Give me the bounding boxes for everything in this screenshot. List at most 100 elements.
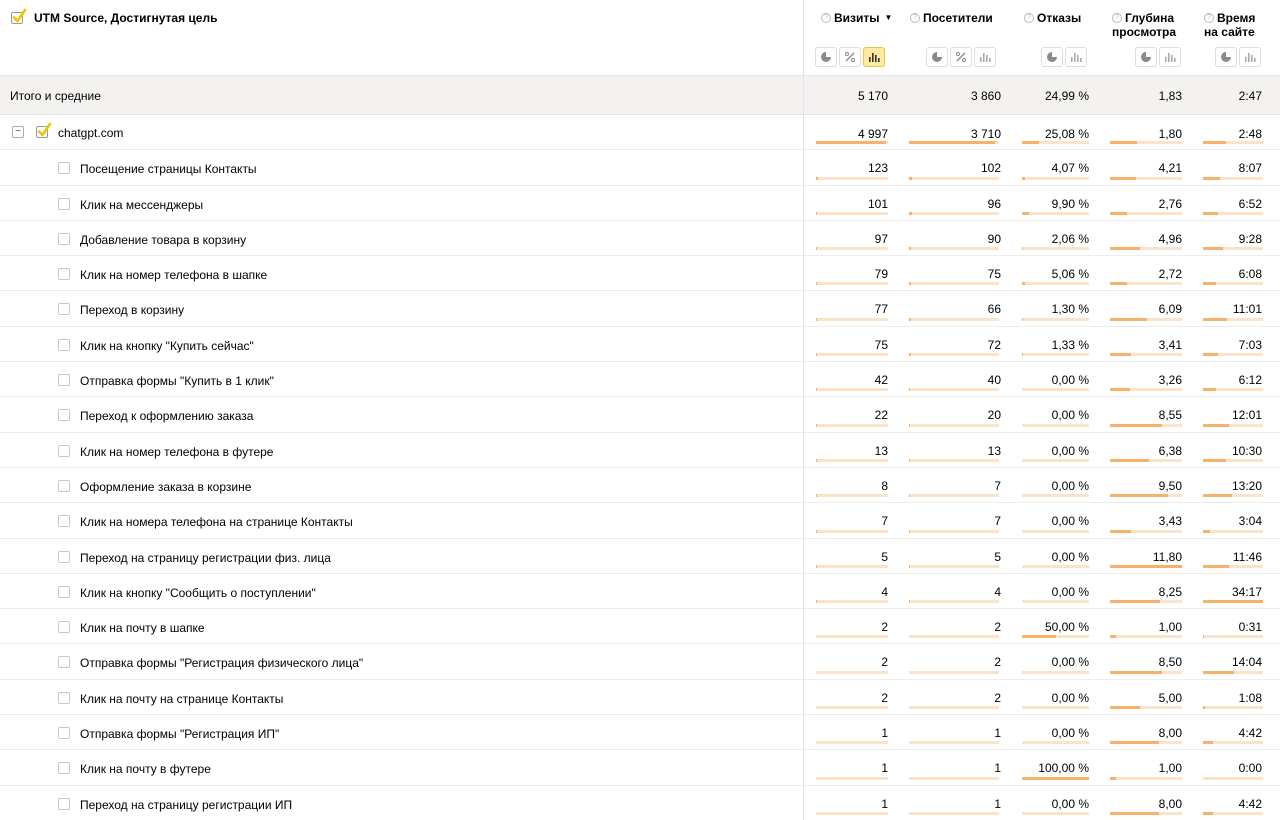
row-checkbox[interactable]	[58, 338, 70, 351]
table-row[interactable]: Отправка формы "Регистрация ИП" 1 1 0,00 % 8…	[0, 715, 1280, 751]
table-row[interactable]: Клик на кнопку "Купить сейчас" 75 72 1,33 %…	[0, 326, 1280, 363]
dimension-title[interactable]: UTM Source, Достигнутая цель	[34, 11, 217, 25]
goal-name[interactable]: Клик на мессенджеры	[80, 198, 203, 212]
table-row[interactable]: Переход в корзину 77 66 1,30 % 6,09 11:01	[0, 291, 1280, 327]
goal-name[interactable]: Отправка формы "Регистрация физического …	[80, 656, 363, 670]
column-label[interactable]: Глубина	[1125, 11, 1174, 25]
row-checkbox[interactable]	[58, 303, 70, 316]
row-checkbox[interactable]	[58, 621, 70, 634]
help-icon[interactable]: ?	[1024, 13, 1034, 23]
column-label[interactable]: Время	[1217, 11, 1255, 25]
goal-name[interactable]: Клик на почту в футере	[80, 762, 211, 776]
column-label-line2[interactable]: просмотра	[1112, 25, 1176, 39]
bar-chart-view-button[interactable]	[1159, 47, 1181, 67]
bar-chart-view-button[interactable]	[1239, 47, 1261, 67]
row-checkbox[interactable]	[58, 515, 70, 528]
row-checkbox[interactable]	[58, 762, 70, 775]
goal-name[interactable]: Переход на страницу регистрации ИП	[80, 798, 292, 812]
table-row[interactable]: Переход на страницу регистрации физ. лиц…	[0, 538, 1280, 574]
table-row[interactable]: Клик на номер телефона в шапке 79 75 5,06 %…	[0, 256, 1280, 292]
column-label[interactable]: Посетители	[923, 11, 993, 25]
table-row[interactable]: Отправка формы "Регистрация физического …	[0, 644, 1280, 680]
bar-chart-view-button[interactable]	[974, 47, 996, 67]
goal-name[interactable]: Клик на кнопку "Сообщить о поступлении"	[80, 586, 316, 600]
help-icon[interactable]: ?	[910, 13, 920, 23]
row-checkbox[interactable]	[58, 197, 70, 210]
metric-bar	[1110, 494, 1182, 498]
pie-chart-view-button[interactable]	[1215, 47, 1237, 67]
help-icon[interactable]: ?	[1204, 13, 1214, 23]
table-row[interactable]: Отправка формы "Купить в 1 клик" 42 40 0,00…	[0, 362, 1280, 398]
help-icon[interactable]: ?	[1112, 13, 1122, 23]
pie-chart-view-button[interactable]	[1135, 47, 1157, 67]
row-checkbox[interactable]	[58, 444, 70, 457]
goal-name[interactable]: Посещение страницы Контакты	[80, 162, 257, 176]
help-icon[interactable]: ?	[821, 13, 831, 23]
collapse-toggle[interactable]: −	[12, 126, 24, 138]
table-row[interactable]: Добавление товара в корзину 97 90 2,06 % 4,9…	[0, 220, 1280, 257]
table-row[interactable]: Переход к оформлению заказа 22 20 0,00 % 8,5…	[0, 397, 1280, 433]
row-checkbox[interactable]	[58, 374, 70, 387]
goal-name[interactable]: Оформление заказа в корзине	[80, 480, 251, 494]
row-checkbox[interactable]	[58, 585, 70, 598]
table-row[interactable]: Переход на страницу регистрации ИП 1 1 0,00…	[0, 785, 1280, 820]
metric-bar	[909, 282, 999, 286]
pie-chart-view-button[interactable]	[815, 47, 837, 67]
pie-chart-view-button[interactable]	[1041, 47, 1063, 67]
column-header-time[interactable]: ? Время на сайте	[1191, 0, 1271, 75]
row-checkbox[interactable]	[58, 232, 70, 245]
row-checkbox[interactable]	[58, 727, 70, 740]
table-row[interactable]: Клик на почту в шапке 2 2 50,00 % 1,00 0:31	[0, 609, 1280, 645]
goal-name[interactable]: Клик на почту на странице Контакты	[80, 692, 283, 706]
goal-name[interactable]: Клик на номера телефона на странице Конт…	[80, 515, 353, 529]
group-name[interactable]: chatgpt.com	[58, 126, 123, 140]
row-checkbox[interactable]	[58, 797, 70, 810]
metric-bar	[816, 600, 888, 604]
table-row[interactable]: Клик на почту на странице Контакты 2 2 0,00…	[0, 679, 1280, 716]
metric-depth: 2,76	[1158, 196, 1182, 211]
column-header-visits[interactable]: ? Визиты ▼	[803, 0, 897, 75]
column-label-line2[interactable]: на сайте	[1204, 25, 1255, 39]
goal-name[interactable]: Переход к оформлению заказа	[80, 409, 253, 423]
metric-visitors: 102	[980, 161, 1001, 176]
column-header-bounces[interactable]: ? Отказы	[1010, 0, 1098, 75]
percent-view-button[interactable]	[839, 47, 861, 67]
row-checkbox[interactable]	[58, 656, 70, 669]
goal-name[interactable]: Отправка формы "Купить в 1 клик"	[80, 374, 274, 388]
bar-chart-view-button[interactable]	[1065, 47, 1087, 67]
table-row[interactable]: Клик на номера телефона на странице Конт…	[0, 503, 1280, 539]
bar-chart-view-button[interactable]	[863, 47, 885, 67]
group-row[interactable]: − chatgpt.com 4 997 3 710 25,08 % 1,80 2…	[0, 115, 1280, 151]
goal-name[interactable]: Клик на кнопку "Купить сейчас"	[80, 339, 254, 353]
column-header-depth[interactable]: ? Глубина просмотра	[1098, 0, 1191, 75]
goal-name[interactable]: Клик на почту в шапке	[80, 621, 205, 635]
select-all-checkbox[interactable]	[10, 8, 28, 29]
table-row[interactable]: Клик на почту в футере 1 1 100,00 % 1,00 0:00	[0, 750, 1280, 786]
goal-name[interactable]: Добавление товара в корзину	[80, 233, 246, 247]
row-checkbox[interactable]	[58, 268, 70, 281]
group-checkbox[interactable]	[35, 122, 53, 143]
row-checkbox[interactable]	[58, 550, 70, 563]
table-row[interactable]: Клик на мессенджеры 101 96 9,90 % 2,76 6:52	[0, 185, 1280, 221]
column-header-visitors[interactable]: ? Посетители	[897, 0, 1010, 75]
goal-name[interactable]: Клик на номер телефона в шапке	[80, 268, 267, 282]
goal-name[interactable]: Клик на номер телефона в футере	[80, 445, 273, 459]
row-checkbox[interactable]	[58, 479, 70, 492]
table-row[interactable]: Клик на кнопку "Сообщить о поступлении" 4…	[0, 573, 1280, 610]
column-label[interactable]: Отказы	[1037, 11, 1081, 25]
metric-visitors: 7	[994, 478, 1001, 493]
row-checkbox[interactable]	[58, 162, 70, 175]
pie-chart-view-button[interactable]	[926, 47, 948, 67]
percent-view-button[interactable]	[950, 47, 972, 67]
table-row[interactable]: Оформление заказа в корзине 8 7 0,00 % 9,50 1…	[0, 467, 1280, 504]
metric-visitors: 1	[994, 796, 1001, 811]
goal-name[interactable]: Переход в корзину	[80, 303, 184, 317]
row-checkbox[interactable]	[58, 691, 70, 704]
table-row[interactable]: Клик на номер телефона в футере 13 13 0,00 …	[0, 432, 1280, 468]
row-checkbox[interactable]	[58, 409, 70, 422]
goal-name[interactable]: Отправка формы "Регистрация ИП"	[80, 727, 279, 741]
goal-name[interactable]: Переход на страницу регистрации физ. лиц…	[80, 551, 331, 565]
column-label[interactable]: Визиты	[834, 11, 880, 25]
sort-desc-icon[interactable]: ▼	[885, 11, 893, 25]
table-row[interactable]: Посещение страницы Контакты 123 102 4,07 % 4…	[0, 150, 1280, 186]
